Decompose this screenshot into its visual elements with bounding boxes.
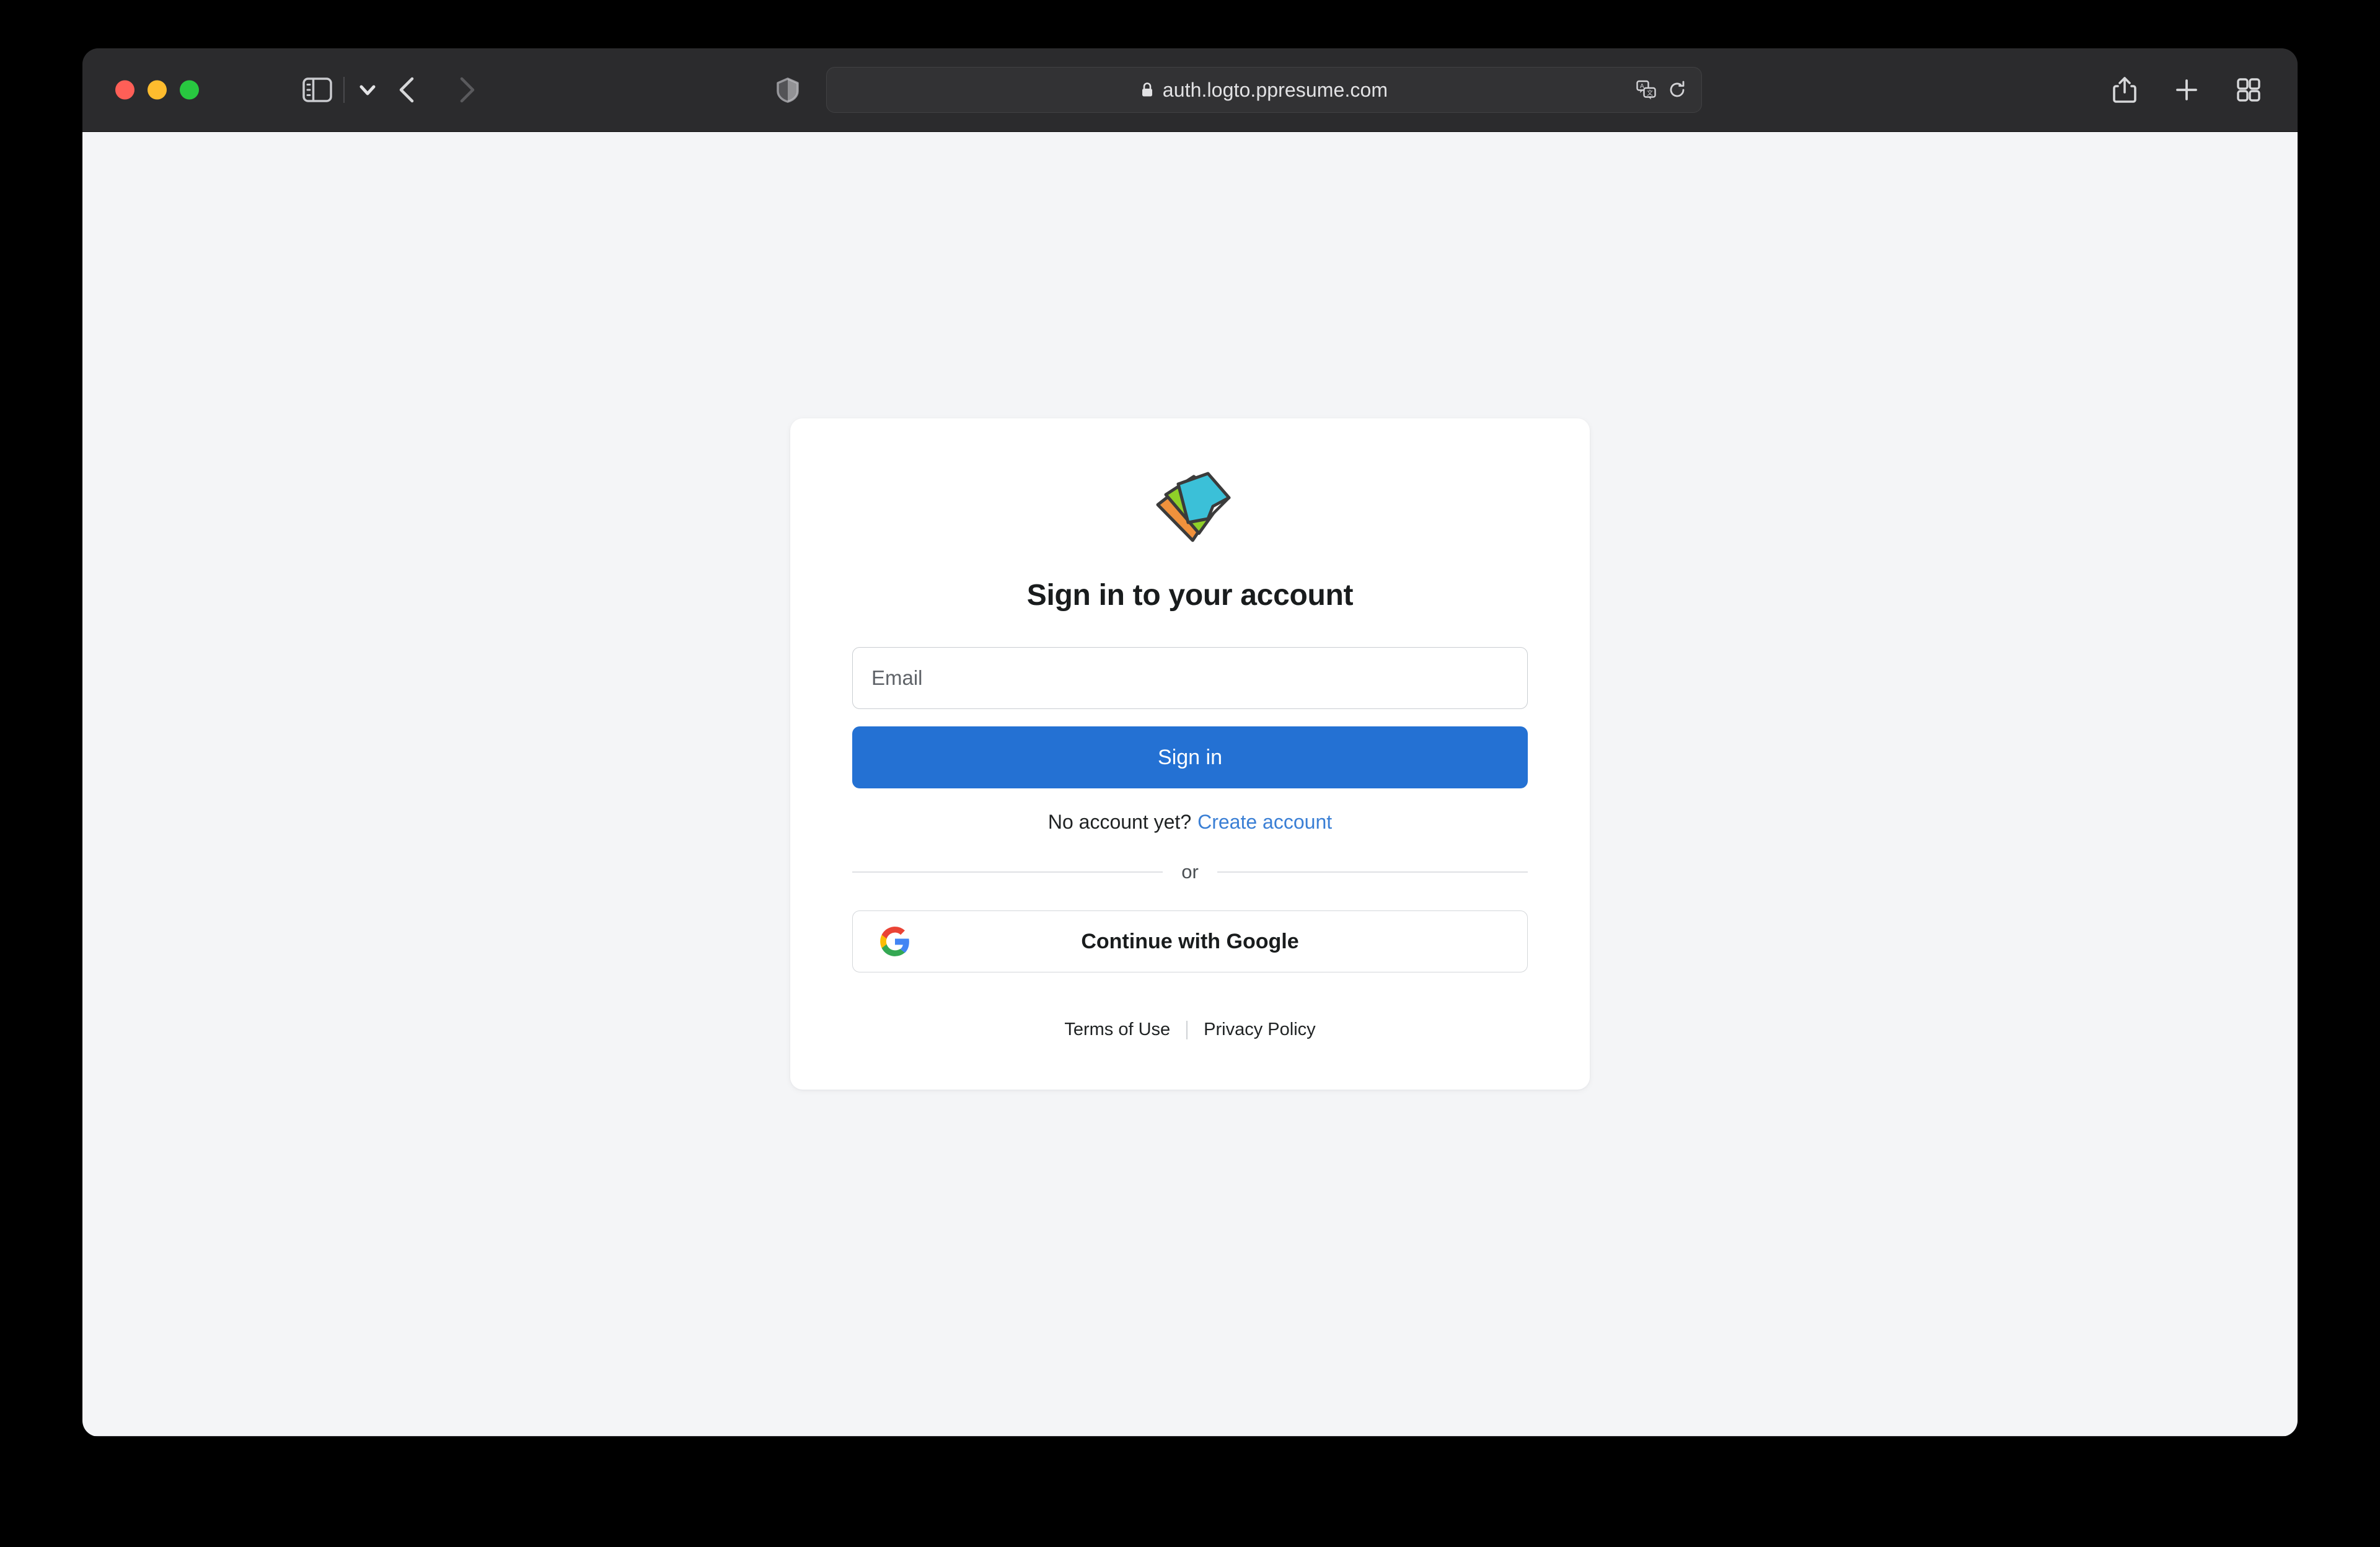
window-controls — [115, 80, 199, 100]
tab-overview-grid-icon[interactable] — [2234, 76, 2263, 104]
share-icon[interactable] — [2110, 76, 2139, 104]
navigation-controls — [392, 74, 482, 106]
minimize-window-button[interactable] — [148, 80, 167, 100]
address-bar-url: auth.logto.ppresume.com — [1162, 78, 1388, 101]
maximize-window-button[interactable] — [180, 80, 199, 100]
no-account-row: No account yet? Create account — [1048, 811, 1332, 834]
legal-links: Terms of Use Privacy Policy — [1064, 1020, 1315, 1040]
browser-window: auth.logto.ppresume.com A 文 Sign in to y… — [82, 48, 2298, 1437]
address-bar-actions: A 文 — [1636, 79, 1688, 100]
sidebar-toggle-icon[interactable] — [302, 77, 332, 102]
continue-with-google-button[interactable]: Continue with Google — [852, 910, 1528, 972]
privacy-policy-link[interactable]: Privacy Policy — [1204, 1020, 1316, 1040]
svg-text:文: 文 — [1647, 89, 1653, 97]
sidebar-controls — [302, 77, 379, 103]
lock-icon — [1140, 82, 1154, 98]
google-icon — [879, 925, 911, 958]
or-divider: or — [852, 861, 1528, 883]
back-button-icon[interactable] — [392, 74, 425, 106]
create-account-link[interactable]: Create account — [1197, 811, 1332, 834]
divider-line-left — [852, 871, 1163, 873]
or-label: or — [1181, 861, 1199, 883]
reload-icon[interactable] — [1667, 79, 1688, 100]
translate-icon[interactable]: A 文 — [1636, 79, 1657, 100]
browser-toolbar: auth.logto.ppresume.com A 文 — [82, 48, 2298, 132]
email-input[interactable] — [852, 647, 1528, 709]
toolbar-right-actions — [2110, 76, 2263, 104]
chevron-down-icon[interactable] — [356, 78, 379, 102]
legal-separator — [1186, 1020, 1188, 1039]
toolbar-separator — [343, 77, 345, 103]
continue-with-google-label: Continue with Google — [1081, 929, 1299, 953]
no-account-text: No account yet? — [1047, 811, 1192, 833]
terms-of-use-link[interactable]: Terms of Use — [1064, 1020, 1170, 1040]
divider-line-right — [1217, 871, 1528, 873]
close-window-button[interactable] — [115, 80, 134, 100]
privacy-report-shield-icon[interactable] — [774, 76, 802, 104]
page-content: Sign in to your account Sign in No accou… — [82, 132, 2298, 1436]
new-tab-plus-icon[interactable] — [2172, 76, 2201, 104]
page-title: Sign in to your account — [1026, 579, 1354, 612]
ppresume-logo-icon — [1144, 465, 1236, 552]
sign-in-button[interactable]: Sign in — [852, 726, 1528, 788]
forward-button-icon[interactable] — [449, 74, 482, 106]
sign-in-card: Sign in to your account Sign in No accou… — [790, 418, 1590, 1090]
address-bar[interactable]: auth.logto.ppresume.com A 文 — [826, 67, 1702, 113]
